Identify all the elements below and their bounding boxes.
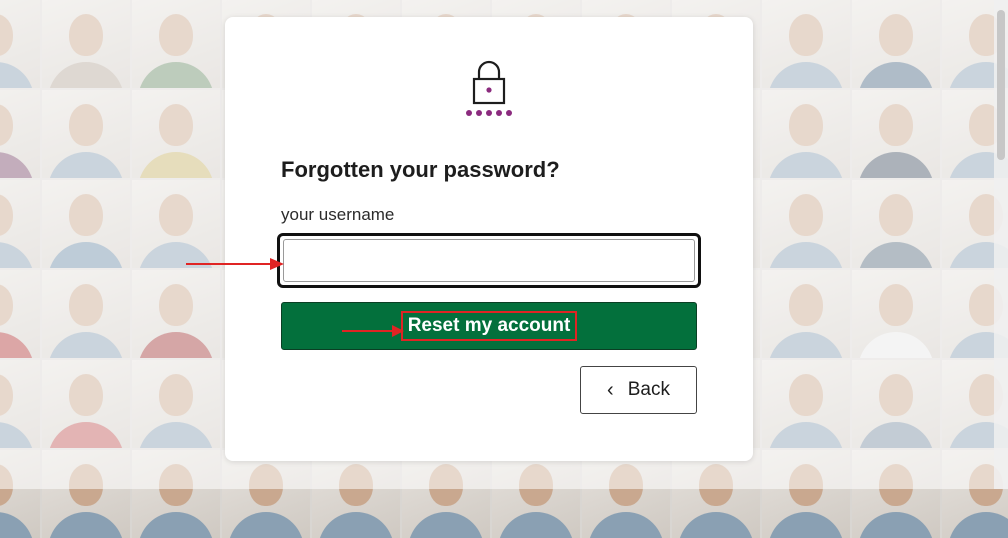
chevron-left-icon: ‹ xyxy=(607,379,614,401)
page-scrollbar[interactable] xyxy=(994,0,1008,489)
back-button[interactable]: ‹ Back xyxy=(580,366,697,414)
username-input[interactable] xyxy=(283,239,695,282)
reset-button-label: Reset my account xyxy=(400,310,578,342)
username-label: your username xyxy=(281,205,395,224)
scrollbar-thumb[interactable] xyxy=(997,10,1005,160)
username-focus-ring xyxy=(277,233,701,288)
back-button-label: Back xyxy=(627,379,670,400)
lock-icon xyxy=(225,57,753,127)
password-reset-card: Forgotten your password? your username R… xyxy=(225,17,753,461)
annotation-arrow-username xyxy=(186,258,284,270)
page-title: Forgotten your password? xyxy=(281,157,560,182)
annotation-arrow-reset xyxy=(342,325,404,337)
